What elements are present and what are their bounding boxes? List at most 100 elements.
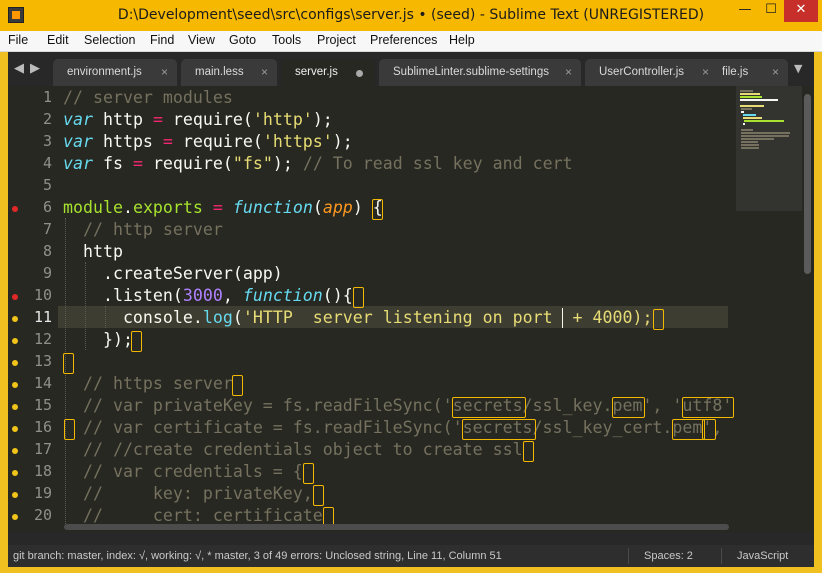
minimap-line [744, 120, 784, 122]
lint-error-dot-icon [12, 294, 18, 300]
minimap-line [741, 144, 759, 146]
line-number[interactable]: 13 [12, 352, 52, 370]
line-number[interactable]: 6 [12, 198, 52, 216]
menu-goto[interactable]: Goto [229, 33, 256, 47]
line-number[interactable]: 4 [12, 154, 52, 172]
line-number[interactable]: 16 [12, 418, 52, 436]
line-number[interactable]: 18 [12, 462, 52, 480]
lint-warning-box [131, 331, 142, 352]
close-button[interactable]: ✕ [784, 0, 818, 22]
window-title: D:\Development\seed\src\configs\server.j… [117, 7, 705, 23]
tab-close-icon[interactable]: × [772, 59, 779, 86]
tab-label: UserController.js [599, 66, 684, 78]
minimap-line [741, 141, 758, 143]
maximize-button[interactable]: ☐ [758, 0, 784, 22]
minimap[interactable] [736, 86, 802, 532]
menu-selection[interactable]: Selection [84, 33, 135, 47]
editor-bottom-border [8, 532, 814, 545]
menu-file[interactable]: File [8, 33, 28, 47]
minimap-line [740, 93, 761, 95]
syntax-selector[interactable]: JavaScript [737, 545, 788, 567]
tab-close-icon[interactable]: × [565, 59, 572, 86]
lint-warning-dot-icon [12, 426, 18, 432]
tab-file-js[interactable]: file.js × [708, 59, 788, 86]
line-number[interactable]: 9 [12, 264, 52, 282]
tab-close-icon[interactable]: × [261, 59, 268, 86]
title-bar[interactable]: D:\Development\seed\src\configs\server.j… [0, 0, 822, 31]
line-number[interactable]: 17 [12, 440, 52, 458]
minimap-line [742, 114, 757, 116]
menu-preferences[interactable]: Preferences [370, 33, 437, 47]
menu-find[interactable]: Find [150, 33, 174, 47]
lint-warning-dot-icon [12, 470, 18, 476]
minimap-line [740, 90, 753, 92]
code-line-19: // key: privateKey, [82, 484, 313, 503]
line-number[interactable]: 8 [12, 242, 52, 260]
lint-error-dot-icon [12, 206, 18, 212]
line-number[interactable]: 15 [12, 396, 52, 414]
minimap-line [740, 99, 779, 101]
tab-overflow-icon[interactable]: ▼ [794, 62, 802, 75]
menu-help[interactable]: Help [449, 33, 475, 47]
line-number[interactable]: 3 [12, 132, 52, 150]
line-number[interactable]: 20 [12, 506, 52, 524]
indentation-setting[interactable]: Spaces: 2 [644, 545, 693, 567]
tab-label: environment.js [67, 66, 142, 78]
menu-edit[interactable]: Edit [47, 33, 69, 47]
lint-warning-box [462, 419, 536, 440]
line-number[interactable]: 7 [12, 220, 52, 238]
status-bar: git branch: master, index: √, working: √… [8, 545, 814, 567]
vertical-scrollbar[interactable] [802, 86, 814, 532]
menu-project[interactable]: Project [317, 33, 356, 47]
menu-view[interactable]: View [188, 33, 215, 47]
line-number[interactable]: 11 [12, 308, 52, 326]
tab-next-arrow-icon[interactable]: ▶ [30, 61, 40, 76]
lint-error-box [353, 287, 364, 308]
line-number[interactable]: 2 [12, 110, 52, 128]
vertical-scrollbar-thumb[interactable] [804, 94, 811, 274]
menu-tools[interactable]: Tools [272, 33, 301, 47]
lint-warning-box [523, 441, 534, 462]
line-number[interactable]: 12 [12, 330, 52, 348]
minimize-button[interactable]: — [732, 0, 758, 22]
line-number[interactable]: 19 [12, 484, 52, 502]
minimap-line [742, 123, 746, 125]
tab-prev-arrow-icon[interactable]: ◀ [14, 61, 24, 76]
tab-label: SublimeLinter.sublime-settings [393, 66, 549, 78]
code-line-17: // //create credentials object to create… [82, 440, 523, 459]
tab-sublimelinter-settings[interactable]: SublimeLinter.sublime-settings × [379, 59, 581, 86]
minimap-line [741, 135, 790, 137]
tab-label: main.less [195, 66, 244, 78]
tab-server-js[interactable]: server.js [281, 59, 375, 86]
code-line-10: .listen(3000, function(){ [63, 286, 353, 305]
line-number[interactable]: 10 [12, 286, 52, 304]
lint-warning-box [672, 419, 705, 440]
code-line-2: var http = require('http'); [63, 110, 333, 129]
tab-main-less[interactable]: main.less × [181, 59, 277, 86]
line-number[interactable]: 1 [12, 88, 52, 106]
lint-warning-dot-icon [12, 514, 18, 520]
tab-usercontroller-js[interactable]: UserController.js × [585, 59, 718, 86]
status-separator [721, 548, 722, 564]
minimap-line [741, 108, 752, 110]
code-line-9: .createServer(app) [63, 264, 283, 283]
code-editor[interactable]: 1 2 3 4 5 6 7 8 9 10 11 12 13 14 15 16 17 18 19 20 // serve… [8, 86, 814, 532]
lint-warning-dot-icon [12, 316, 18, 322]
code-line-16: // var certificate = fs.readFileSync('se… [82, 418, 723, 437]
line-number[interactable]: 5 [12, 176, 52, 194]
lint-warning-dot-icon [12, 492, 18, 498]
tab-close-icon[interactable]: × [161, 59, 168, 86]
lint-warning-box [702, 419, 716, 440]
lint-warning-dot-icon [12, 360, 18, 366]
horizontal-scrollbar[interactable] [64, 524, 729, 530]
lint-warning-box [303, 463, 314, 484]
code-line-11: console.log('HTTP server listening on po… [63, 308, 653, 327]
code-line-6: module.exports = function(app) { [63, 198, 383, 217]
tab-environment-js[interactable]: environment.js × [53, 59, 177, 86]
line-number[interactable]: 14 [12, 374, 52, 392]
lint-warning-box [682, 397, 734, 418]
minimap-line [741, 111, 745, 113]
lint-warning-box [63, 353, 74, 374]
line-number-gutter[interactable]: 1 2 3 4 5 6 7 8 9 10 11 12 13 14 15 16 17 18 19 20 [8, 86, 58, 532]
lint-warning-box [452, 397, 526, 418]
